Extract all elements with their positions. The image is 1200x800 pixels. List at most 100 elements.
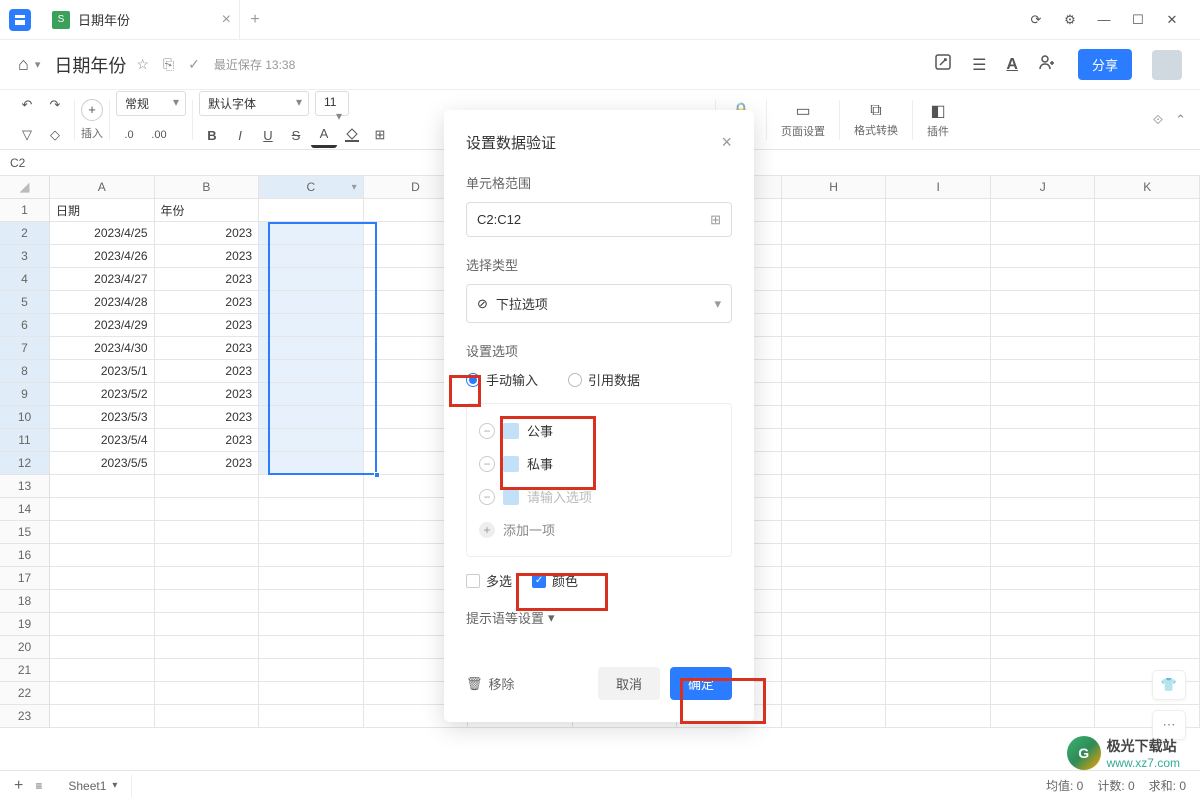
cell[interactable] bbox=[259, 613, 364, 636]
format-painter-icon[interactable]: ▽ bbox=[14, 122, 40, 148]
dialog-close-icon[interactable]: × bbox=[721, 132, 732, 153]
cell[interactable] bbox=[259, 199, 364, 222]
remove-option-icon[interactable]: − bbox=[479, 489, 495, 505]
cell[interactable] bbox=[886, 199, 991, 222]
cell[interactable] bbox=[886, 429, 991, 452]
cell[interactable] bbox=[155, 590, 260, 613]
cell[interactable] bbox=[886, 544, 991, 567]
cell[interactable]: 2023 bbox=[155, 314, 260, 337]
row-header[interactable]: 17 bbox=[0, 567, 49, 590]
cell[interactable] bbox=[1095, 475, 1200, 498]
fill-color-icon[interactable] bbox=[339, 122, 365, 148]
cell[interactable] bbox=[991, 429, 1096, 452]
document-tab[interactable]: S 日期年份 × bbox=[40, 0, 240, 40]
cell[interactable] bbox=[782, 199, 887, 222]
cell[interactable] bbox=[782, 406, 887, 429]
cell-reference[interactable]: C2 bbox=[0, 156, 50, 170]
folder-move-icon[interactable]: ⎘ bbox=[163, 56, 174, 73]
cell[interactable] bbox=[991, 567, 1096, 590]
cell[interactable] bbox=[991, 659, 1096, 682]
cell[interactable] bbox=[782, 636, 887, 659]
cell[interactable] bbox=[991, 222, 1096, 245]
cell[interactable]: 2023 bbox=[155, 429, 260, 452]
cell[interactable] bbox=[782, 498, 887, 521]
row-header[interactable]: 4 bbox=[0, 268, 49, 291]
row-header[interactable]: 16 bbox=[0, 544, 49, 567]
cell[interactable] bbox=[155, 705, 260, 728]
window-close-icon[interactable]: ✕ bbox=[1164, 12, 1180, 28]
cell[interactable] bbox=[50, 521, 155, 544]
cell[interactable] bbox=[259, 314, 364, 337]
option-item-placeholder[interactable]: − 请输入选项 bbox=[477, 480, 721, 513]
color-swatch[interactable] bbox=[503, 456, 519, 472]
cell[interactable] bbox=[259, 659, 364, 682]
cell[interactable] bbox=[1095, 199, 1200, 222]
cell[interactable] bbox=[886, 682, 991, 705]
settings-icon[interactable]: ⚙ bbox=[1062, 12, 1078, 28]
cell[interactable]: 2023/4/28 bbox=[50, 291, 155, 314]
cell[interactable] bbox=[886, 452, 991, 475]
cell[interactable] bbox=[1095, 429, 1200, 452]
cell[interactable]: 2023 bbox=[155, 245, 260, 268]
cell[interactable] bbox=[991, 590, 1096, 613]
cell[interactable] bbox=[782, 475, 887, 498]
cell[interactable] bbox=[991, 682, 1096, 705]
cell[interactable] bbox=[782, 360, 887, 383]
row-header[interactable]: 19 bbox=[0, 613, 49, 636]
sheet-tab[interactable]: Sheet1 ▾ bbox=[54, 775, 132, 797]
row-header[interactable]: 5 bbox=[0, 291, 49, 314]
cell[interactable] bbox=[1095, 291, 1200, 314]
row-header[interactable]: 20 bbox=[0, 636, 49, 659]
cell[interactable] bbox=[1095, 613, 1200, 636]
cell[interactable] bbox=[259, 567, 364, 590]
cell[interactable] bbox=[1095, 498, 1200, 521]
cell[interactable] bbox=[782, 567, 887, 590]
cell[interactable] bbox=[991, 544, 1096, 567]
page-setup-icon[interactable]: ▭ bbox=[795, 101, 810, 121]
range-picker-icon[interactable]: ⊞ bbox=[710, 212, 721, 228]
cell[interactable] bbox=[259, 521, 364, 544]
cell[interactable] bbox=[991, 291, 1096, 314]
row-header[interactable]: 2 bbox=[0, 222, 49, 245]
cell[interactable] bbox=[50, 636, 155, 659]
cell[interactable] bbox=[1095, 360, 1200, 383]
cell[interactable] bbox=[886, 475, 991, 498]
cell[interactable] bbox=[782, 268, 887, 291]
row-header[interactable]: 11 bbox=[0, 429, 49, 452]
edit-mode-icon[interactable] bbox=[934, 53, 952, 76]
cell[interactable]: 2023/4/27 bbox=[50, 268, 155, 291]
cell[interactable] bbox=[991, 314, 1096, 337]
cell[interactable] bbox=[782, 222, 887, 245]
cell[interactable] bbox=[991, 360, 1096, 383]
add-sheet-icon[interactable]: + bbox=[14, 777, 23, 795]
home-icon[interactable]: ⌂ bbox=[18, 54, 29, 75]
cell[interactable]: 2023 bbox=[155, 452, 260, 475]
option-item-1[interactable]: − 公事 bbox=[477, 414, 721, 447]
cell[interactable] bbox=[886, 406, 991, 429]
cell[interactable] bbox=[155, 636, 260, 659]
number-format-select[interactable]: 常规 bbox=[116, 91, 186, 116]
cell[interactable] bbox=[1095, 406, 1200, 429]
cell[interactable] bbox=[1095, 268, 1200, 291]
cell[interactable] bbox=[991, 636, 1096, 659]
cell[interactable] bbox=[1095, 452, 1200, 475]
row-header[interactable]: 14 bbox=[0, 498, 49, 521]
cell[interactable] bbox=[991, 245, 1096, 268]
decimal-increase-icon[interactable]: .00 bbox=[146, 122, 172, 148]
user-avatar[interactable] bbox=[1152, 50, 1182, 80]
cell[interactable] bbox=[155, 613, 260, 636]
cell[interactable] bbox=[782, 590, 887, 613]
cell[interactable] bbox=[782, 314, 887, 337]
cell[interactable] bbox=[782, 613, 887, 636]
cell[interactable]: 2023 bbox=[155, 291, 260, 314]
sheet-list-icon[interactable]: ≡ bbox=[35, 779, 42, 793]
cell[interactable] bbox=[782, 452, 887, 475]
cell[interactable] bbox=[782, 245, 887, 268]
cell[interactable] bbox=[259, 337, 364, 360]
cell[interactable]: 2023/5/1 bbox=[50, 360, 155, 383]
radio-manual[interactable]: 手动输入 bbox=[466, 370, 538, 389]
row-header[interactable]: 3 bbox=[0, 245, 49, 268]
cancel-button[interactable]: 取消 bbox=[598, 667, 660, 700]
column-header[interactable]: I bbox=[886, 176, 991, 199]
expand-icon[interactable]: ⌃ bbox=[1175, 112, 1186, 128]
